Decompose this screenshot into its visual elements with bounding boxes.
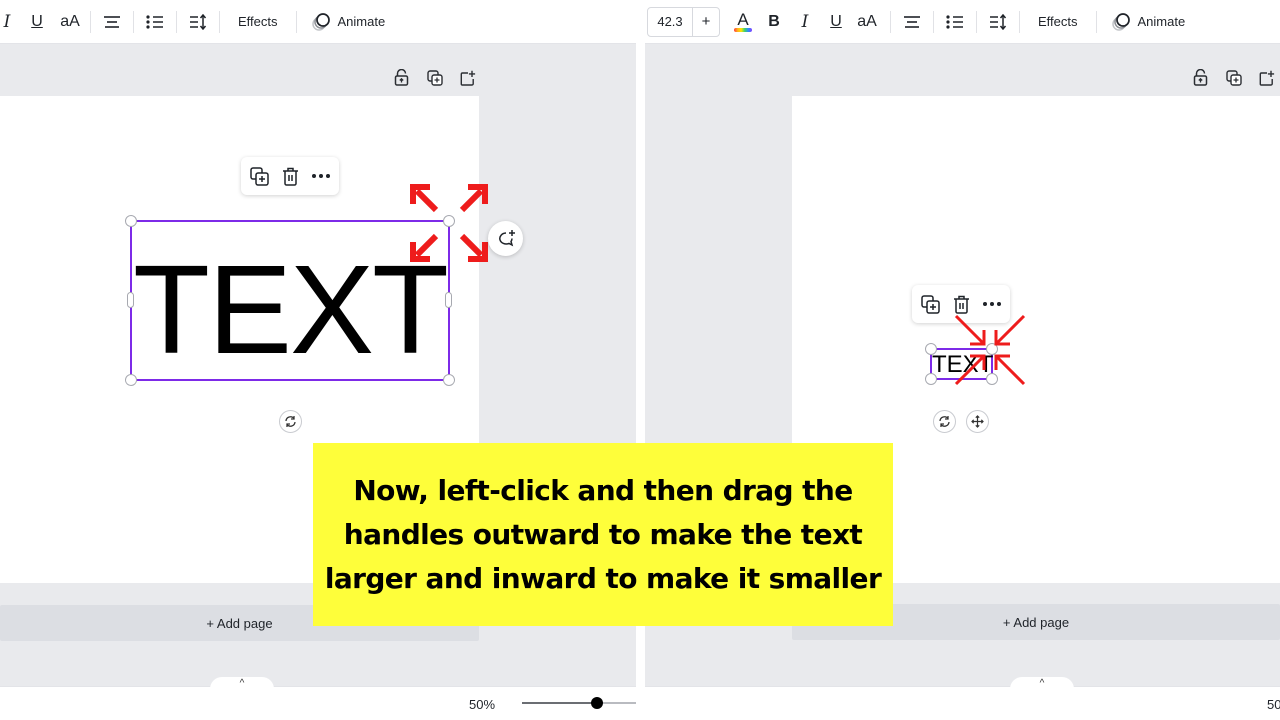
rotate-icon bbox=[285, 416, 296, 427]
add-page-icon bbox=[460, 70, 475, 86]
duplicate-page-icon bbox=[426, 69, 443, 86]
show-pages-toggle[interactable]: ^ bbox=[210, 677, 274, 689]
line-spacing-icon bbox=[190, 13, 207, 30]
move-button[interactable] bbox=[966, 410, 989, 433]
duplicate-icon bbox=[250, 166, 269, 186]
italic-button[interactable]: I bbox=[0, 6, 14, 38]
list-button[interactable] bbox=[944, 6, 966, 38]
text-color-label: A bbox=[737, 9, 749, 29]
align-center-icon bbox=[904, 15, 920, 28]
spacing-button[interactable] bbox=[187, 6, 209, 38]
rotate-button[interactable] bbox=[279, 410, 302, 433]
effects-button[interactable]: Effects bbox=[230, 14, 286, 29]
animate-label: Animate bbox=[337, 14, 386, 29]
toolbar-divider bbox=[133, 10, 134, 33]
trash-icon bbox=[282, 167, 298, 186]
toolbar-divider bbox=[90, 10, 91, 33]
font-size-control: 42.3 + bbox=[647, 6, 720, 37]
chevron-up-icon: ^ bbox=[1039, 677, 1045, 689]
show-pages-toggle[interactable]: ^ bbox=[1010, 677, 1074, 689]
page-actions bbox=[392, 68, 477, 87]
duplicate-icon bbox=[921, 294, 940, 314]
letter-case-button[interactable]: aA bbox=[844, 6, 890, 38]
rotate-button[interactable] bbox=[933, 410, 956, 433]
underline-button[interactable]: U bbox=[14, 6, 60, 38]
font-size-increase-button[interactable]: + bbox=[693, 8, 719, 36]
animate-button[interactable]: Animate bbox=[307, 6, 390, 38]
zoom-level[interactable]: 50% bbox=[469, 697, 495, 712]
lock-icon bbox=[1193, 69, 1208, 86]
rotate-icon bbox=[939, 416, 950, 427]
add-page-button[interactable] bbox=[458, 68, 477, 87]
resize-handle-bottom-left[interactable] bbox=[125, 374, 137, 386]
text-toolbar: I U aA Effects Animate bbox=[0, 0, 636, 44]
move-icon bbox=[971, 415, 984, 428]
zoom-slider-fill bbox=[522, 702, 597, 704]
toolbar-divider bbox=[295, 10, 297, 33]
instruction-caption: Now, left-click and then drag the handle… bbox=[313, 443, 893, 626]
bottom-bar: ^ bbox=[645, 677, 1280, 720]
list-button[interactable] bbox=[144, 6, 166, 38]
resize-handle-top-left[interactable] bbox=[925, 343, 937, 355]
more-icon bbox=[982, 302, 1001, 306]
italic-button[interactable]: I bbox=[782, 6, 828, 38]
line-spacing-icon bbox=[990, 13, 1007, 30]
delete-button[interactable] bbox=[280, 165, 301, 187]
resize-handle-top-left[interactable] bbox=[125, 215, 137, 227]
lock-button[interactable] bbox=[1191, 68, 1210, 87]
toolbar-divider bbox=[219, 10, 220, 33]
effects-button[interactable]: Effects bbox=[1030, 14, 1086, 29]
add-page-icon bbox=[1259, 70, 1274, 86]
font-size-input[interactable]: 42.3 bbox=[648, 7, 693, 36]
lock-button[interactable] bbox=[392, 68, 411, 87]
caption-text: Now, left-click and then drag the handle… bbox=[324, 473, 882, 595]
resize-handle-right[interactable] bbox=[445, 292, 452, 308]
add-comment-button[interactable] bbox=[488, 221, 523, 256]
text-toolbar: 42.3 + A B I U aA Effects Animate bbox=[645, 0, 1280, 44]
animate-label: Animate bbox=[1137, 14, 1186, 29]
inward-arrows-annotation bbox=[954, 314, 1026, 386]
align-center-icon bbox=[104, 15, 120, 28]
zoom-slider-knob[interactable] bbox=[591, 697, 603, 709]
letter-case-button[interactable]: aA bbox=[60, 6, 80, 38]
toolbar-divider bbox=[890, 10, 891, 33]
element-context-menu bbox=[241, 157, 339, 195]
add-page-button[interactable] bbox=[1257, 68, 1276, 87]
align-center-button[interactable] bbox=[901, 6, 923, 38]
toolbar-divider bbox=[1019, 10, 1020, 33]
resize-handle-left[interactable] bbox=[127, 292, 134, 308]
animate-icon bbox=[311, 12, 330, 31]
animate-button[interactable]: Animate bbox=[1107, 6, 1190, 38]
toolbar-divider bbox=[976, 10, 977, 33]
toolbar-divider bbox=[176, 10, 177, 33]
outward-arrows-annotation bbox=[410, 184, 488, 262]
more-icon bbox=[311, 174, 330, 178]
spacing-button[interactable] bbox=[987, 6, 1009, 38]
duplicate-page-icon bbox=[1225, 69, 1242, 86]
resize-handle-bottom-right[interactable] bbox=[443, 374, 455, 386]
color-spectrum-icon bbox=[734, 27, 752, 32]
bullet-list-icon bbox=[946, 14, 963, 29]
duplicate-page-button[interactable] bbox=[425, 68, 444, 87]
page-actions bbox=[1191, 68, 1276, 87]
comment-add-icon bbox=[498, 230, 515, 247]
duplicate-page-button[interactable] bbox=[1224, 68, 1243, 87]
trash-icon bbox=[953, 295, 969, 314]
toolbar-divider bbox=[1095, 10, 1097, 33]
chevron-up-icon: ^ bbox=[239, 677, 245, 689]
bold-button[interactable]: B bbox=[766, 6, 782, 38]
more-options-button[interactable] bbox=[310, 165, 331, 187]
duplicate-button[interactable] bbox=[920, 293, 941, 315]
text-element[interactable]: TEXT bbox=[133, 247, 449, 373]
zoom-level[interactable]: 50 bbox=[1267, 697, 1280, 712]
lock-icon bbox=[394, 69, 409, 86]
text-color-button[interactable]: A bbox=[720, 6, 766, 38]
resize-handle-bottom-left[interactable] bbox=[925, 373, 937, 385]
underline-button[interactable]: U bbox=[828, 6, 844, 38]
align-center-button[interactable] bbox=[101, 6, 123, 38]
animate-icon bbox=[1111, 12, 1130, 31]
toolbar-divider bbox=[933, 10, 934, 33]
bullet-list-icon bbox=[146, 14, 163, 29]
duplicate-button[interactable] bbox=[249, 165, 270, 187]
